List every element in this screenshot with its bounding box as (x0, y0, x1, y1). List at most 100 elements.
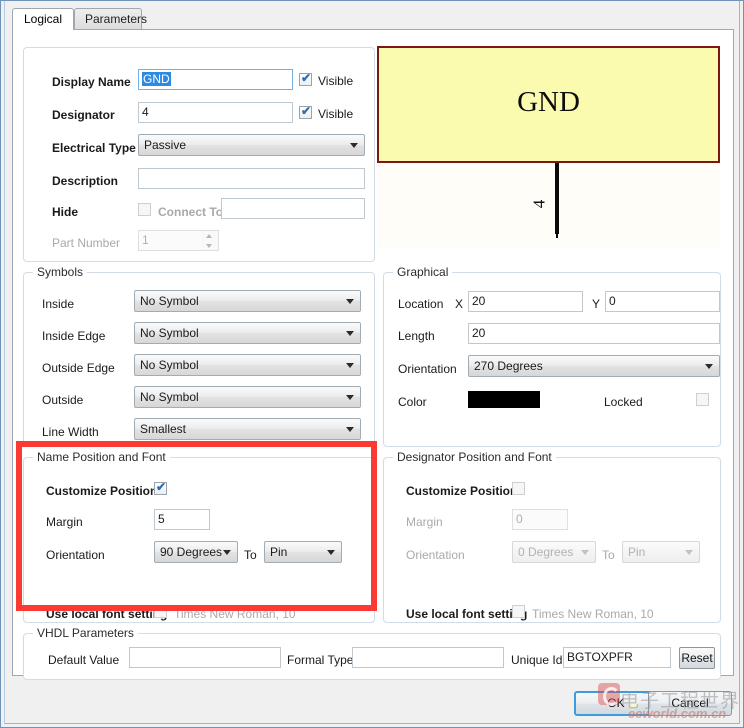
chevron-down-icon (346, 427, 354, 432)
check-icon: ✔ (301, 104, 312, 118)
tab-logical-label: Logical (23, 12, 63, 26)
cancel-button-label: Cancel (671, 696, 709, 710)
designator-local-font-checkbox[interactable] (512, 605, 525, 618)
symbol-line-width-value: Smallest (140, 422, 187, 436)
preview-component-body: GND (377, 46, 720, 163)
location-y-input[interactable]: 0 (605, 291, 720, 312)
display-name-visible-checkbox[interactable]: ✔ (299, 71, 312, 86)
symbol-outside-edge-value: No Symbol (140, 358, 199, 372)
symbols-legend: Symbols (33, 265, 88, 279)
designator-position-legend: Designator Position and Font (393, 450, 556, 464)
symbol-inside-label: Inside (42, 297, 75, 311)
chevron-down-icon (581, 550, 589, 555)
stepper-down-icon[interactable] (201, 241, 217, 250)
electrical-type-value: Passive (144, 138, 187, 152)
graphical-orientation-label: Orientation (398, 362, 457, 376)
name-customize-position-label: Customize Position (46, 484, 158, 498)
cancel-button[interactable]: Cancel (648, 691, 732, 716)
tab-logical[interactable]: Logical (12, 8, 74, 30)
description-input[interactable] (138, 168, 365, 189)
preview-pin-line (555, 163, 559, 234)
pin-preview: GND 4 (377, 46, 720, 248)
electrical-type-combo[interactable]: Passive (138, 134, 365, 156)
display-name-input[interactable]: GND (138, 69, 293, 90)
locked-checkbox[interactable] (696, 393, 709, 406)
stepper-up-icon[interactable] (201, 231, 217, 240)
hide-checkbox[interactable] (138, 203, 151, 216)
name-orientation-label: Orientation (46, 548, 105, 562)
display-name-label: Display Name (52, 75, 131, 89)
tab-page-logical: Display Name GND ✔ Visible Designator 4 … (12, 29, 734, 680)
reset-button[interactable]: Reset (679, 647, 715, 669)
chevron-down-icon (685, 550, 693, 555)
symbol-line-width-combo[interactable]: Smallest (134, 418, 361, 440)
graphical-orientation-combo[interactable]: 270 Degrees (468, 355, 720, 377)
name-font-value: Times New Roman, 10 (174, 607, 296, 621)
display-name-visible-label: Visible (318, 74, 354, 88)
name-to-combo[interactable]: Pin (264, 541, 342, 563)
default-value-input[interactable] (129, 647, 281, 668)
designator-input[interactable]: 4 (138, 102, 293, 123)
logical-group: Display Name GND ✔ Visible Designator 4 … (23, 47, 375, 262)
check-icon: ✔ (156, 480, 167, 494)
name-to-value: Pin (270, 545, 288, 559)
designator-orientation-combo[interactable]: 0 Degrees (512, 541, 596, 563)
ok-button-label: OK (607, 696, 625, 710)
designator-visible-checkbox[interactable]: ✔ (299, 104, 312, 119)
symbol-outside-edge-label: Outside Edge (42, 361, 115, 375)
description-label: Description (52, 174, 119, 188)
designator-margin-label: Margin (406, 515, 443, 529)
check-icon: ✔ (301, 71, 312, 85)
chevron-down-icon (327, 550, 335, 555)
preview-body-text: GND (517, 86, 580, 118)
name-to-label: To (244, 548, 257, 562)
tab-strip: Logical Parameters (12, 8, 734, 30)
name-local-font-checkbox[interactable] (154, 605, 167, 618)
connect-to-input[interactable] (221, 198, 365, 219)
designator-to-label: To (602, 548, 615, 562)
symbol-outside-label: Outside (42, 393, 84, 407)
locked-label: Locked (604, 395, 643, 409)
chevron-down-icon (350, 143, 358, 148)
symbol-outside-combo[interactable]: No Symbol (134, 386, 361, 408)
name-orientation-value: 90 Degrees (160, 545, 223, 559)
length-label: Length (398, 329, 435, 343)
chevron-down-icon (705, 364, 713, 369)
graphical-group: Graphical Location X 20 Y 0 Length 20 Or… (383, 265, 721, 447)
preview-pin-tip (556, 232, 558, 238)
symbol-inside-edge-combo[interactable]: No Symbol (134, 322, 361, 344)
name-orientation-combo[interactable]: 90 Degrees (154, 541, 238, 563)
location-x-input[interactable]: 20 (468, 291, 583, 312)
color-swatch[interactable] (468, 391, 540, 408)
symbol-inside-edge-value: No Symbol (140, 326, 199, 340)
pin-properties-dialog: Logical Parameters Display Name GND ✔ Vi… (0, 0, 744, 728)
symbol-inside-combo[interactable]: No Symbol (134, 290, 361, 312)
name-position-legend: Name Position and Font (33, 450, 170, 464)
designator-customize-position-checkbox[interactable] (512, 482, 525, 495)
part-number-stepper[interactable] (201, 230, 219, 251)
name-local-font-label: Use local font setting (46, 607, 168, 621)
chevron-down-icon (346, 363, 354, 368)
tab-parameters[interactable]: Parameters (74, 8, 147, 30)
tab-parameters-label: Parameters (85, 12, 148, 26)
vhdl-group: VHDL Parameters Default Value Formal Typ… (23, 626, 721, 680)
chevron-down-icon (346, 299, 354, 304)
name-margin-input[interactable]: 5 (154, 509, 210, 530)
designator-to-value: Pin (628, 545, 646, 559)
designator-margin-input[interactable]: 0 (512, 509, 568, 530)
graphical-legend: Graphical (393, 265, 453, 279)
graphical-orientation-value: 270 Degrees (474, 359, 543, 373)
ok-button[interactable]: OK (574, 691, 658, 716)
symbol-inside-edge-label: Inside Edge (42, 329, 106, 343)
unique-id-input[interactable]: BGTOXPFR (563, 647, 671, 668)
designator-local-font-label: Use local font setting (406, 607, 528, 621)
chevron-down-icon (346, 331, 354, 336)
designator-font-value: Times New Roman, 10 (532, 607, 654, 621)
symbol-outside-edge-combo[interactable]: No Symbol (134, 354, 361, 376)
formal-type-input[interactable] (352, 647, 504, 668)
designator-to-combo[interactable]: Pin (622, 541, 700, 563)
location-y-label: Y (592, 297, 601, 311)
name-customize-position-checkbox[interactable]: ✔ (154, 480, 167, 495)
preview-designator-text: 4 (529, 199, 549, 209)
length-input[interactable]: 20 (468, 323, 720, 344)
